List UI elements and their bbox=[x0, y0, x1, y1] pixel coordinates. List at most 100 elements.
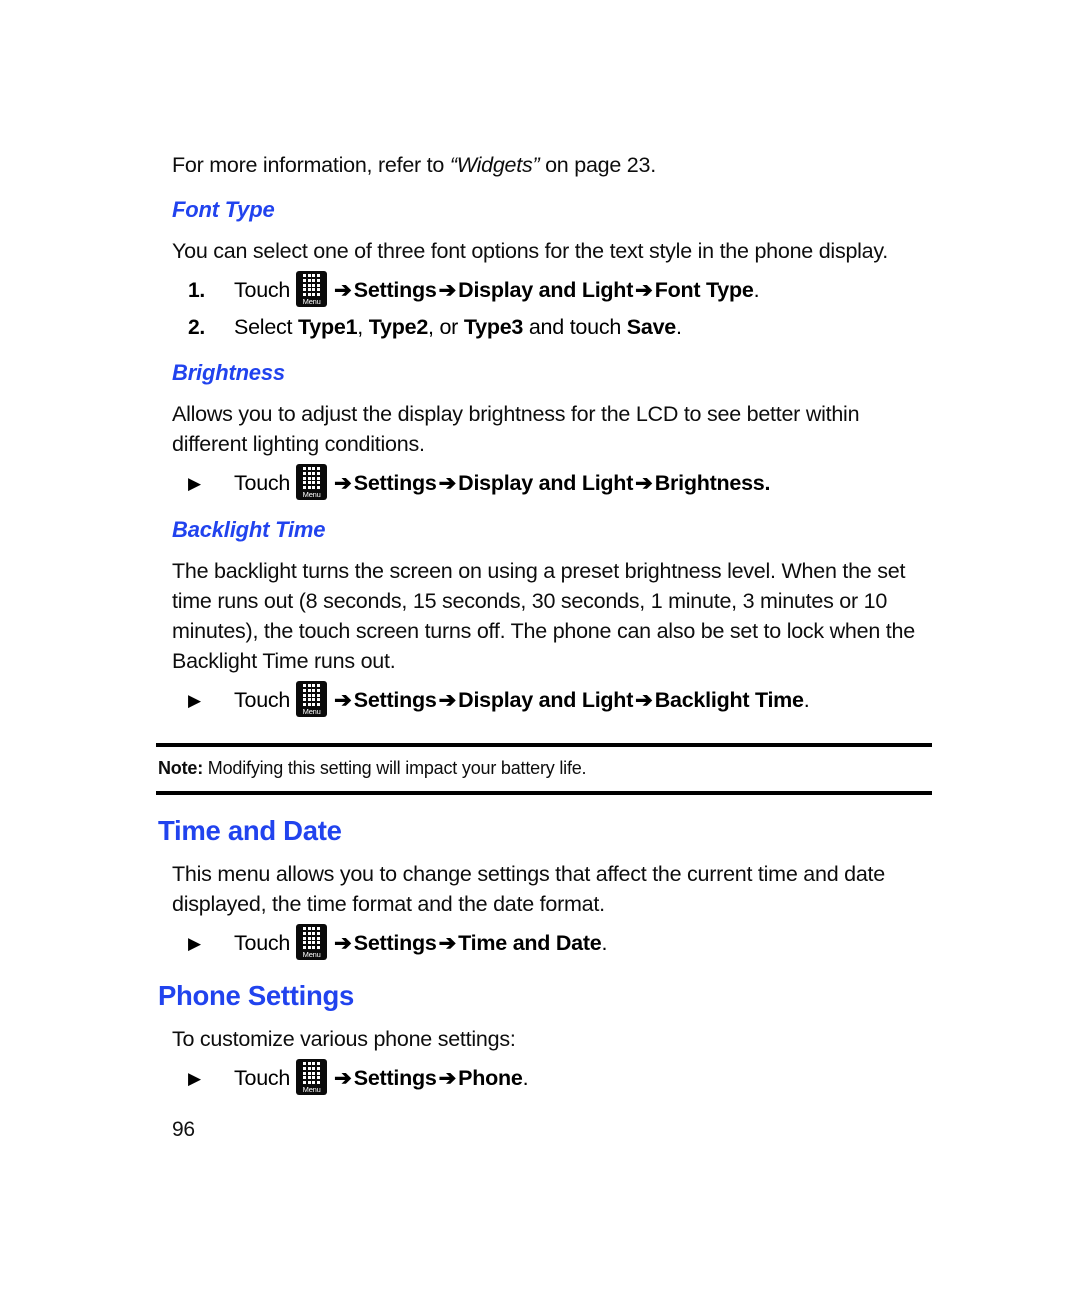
steps-time-and-date: ▶ Touch Menu ➔Settings➔Time and Date. bbox=[172, 924, 932, 960]
page-content: For more information, refer to “Widgets”… bbox=[156, 150, 932, 1100]
menu-key-label: Menu bbox=[302, 297, 321, 306]
menu-key-label: Menu bbox=[302, 1085, 321, 1094]
steps-backlight-time: ▶ Touch Menu ➔Settings➔Display and Light➔B… bbox=[172, 681, 932, 717]
step-period: . bbox=[601, 931, 608, 955]
manual-page: For more information, refer to “Widgets”… bbox=[0, 0, 1080, 1307]
menu-key-icon[interactable]: Menu bbox=[296, 1059, 328, 1095]
menu-grid-dots bbox=[296, 1062, 327, 1084]
heading-phone-settings: Phone Settings bbox=[158, 980, 354, 1011]
menu-key-icon[interactable]: Menu bbox=[296, 271, 328, 307]
arrow-icon: ➔ bbox=[334, 932, 352, 955]
step-item: 2. Select Type1, Type2, or Type3 and tou… bbox=[172, 312, 932, 343]
note-text: Note: Modifying this setting will impact… bbox=[156, 756, 932, 780]
note-body: Modifying this setting will impact your … bbox=[203, 758, 587, 778]
arrow-icon: ➔ bbox=[438, 472, 457, 495]
separator: , bbox=[357, 315, 369, 339]
heading-brightness: Brightness bbox=[172, 360, 285, 385]
step-period: . bbox=[753, 278, 760, 302]
menu-key-label: Menu bbox=[302, 950, 321, 959]
path-brightness: Brightness. bbox=[654, 471, 771, 495]
step-item: ▶ Touch Menu ➔Settings➔Phone. bbox=[172, 1059, 932, 1095]
intro-quoted-title: “Widgets” bbox=[449, 153, 540, 177]
option-type1: Type1 bbox=[297, 315, 358, 339]
step-period: . bbox=[803, 688, 810, 712]
menu-grid-dots bbox=[296, 684, 327, 706]
path-settings: Settings bbox=[353, 1066, 437, 1090]
path-time-and-date: Time and Date bbox=[458, 931, 602, 955]
body-backlight-time: The backlight turns the screen on using … bbox=[172, 559, 915, 673]
menu-grid-dots bbox=[296, 274, 327, 296]
steps-brightness: ▶ Touch Menu ➔Settings➔Display and Light➔B… bbox=[172, 464, 932, 500]
note-box: Note: Modifying this setting will impact… bbox=[156, 743, 932, 795]
bullet-triangle-icon: ▶ bbox=[188, 1069, 201, 1088]
save-button-label: Save bbox=[626, 315, 676, 339]
steps-phone-settings: ▶ Touch Menu ➔Settings➔Phone. bbox=[172, 1059, 932, 1095]
bullet-triangle-icon: ▶ bbox=[188, 474, 201, 493]
path-phone: Phone bbox=[458, 1066, 523, 1090]
intro-paragraph: For more information, refer to “Widgets”… bbox=[172, 150, 932, 180]
touch-label: Touch bbox=[234, 278, 291, 302]
touch-label: Touch bbox=[234, 1066, 291, 1090]
menu-key-icon[interactable]: Menu bbox=[296, 924, 328, 960]
arrow-icon: ➔ bbox=[635, 689, 653, 712]
touch-label: Touch bbox=[234, 931, 291, 955]
touch-label: Touch bbox=[234, 688, 291, 712]
select-label: Select bbox=[234, 315, 298, 339]
arrow-icon: ➔ bbox=[438, 932, 457, 955]
menu-key-icon[interactable]: Menu bbox=[296, 681, 328, 717]
body-brightness: Allows you to adjust the display brightn… bbox=[172, 402, 860, 456]
touch-label: Touch bbox=[234, 471, 291, 495]
step-text: Touch Menu ➔Settings➔Phone. bbox=[234, 1059, 932, 1095]
step-item: 1. Touch Menu ➔Settings➔Display and Light➔… bbox=[172, 271, 932, 307]
path-settings: Settings bbox=[353, 931, 437, 955]
step-item: ▶ Touch Menu ➔Settings➔Display and Light➔B… bbox=[172, 681, 932, 717]
body-font-type: You can select one of three font options… bbox=[172, 239, 889, 263]
arrow-icon: ➔ bbox=[635, 472, 653, 495]
path-font-type: Font Type bbox=[654, 278, 754, 302]
arrow-icon: ➔ bbox=[438, 279, 457, 302]
page-number: 96 bbox=[172, 1118, 195, 1141]
menu-key-icon[interactable]: Menu bbox=[296, 464, 328, 500]
path-settings: Settings bbox=[353, 688, 437, 712]
menu-grid-dots bbox=[296, 467, 327, 489]
step-item: ▶ Touch Menu ➔Settings➔Time and Date. bbox=[172, 924, 932, 960]
arrow-icon: ➔ bbox=[635, 279, 653, 302]
step-marker: 2. bbox=[188, 316, 206, 339]
heading-font-type: Font Type bbox=[172, 197, 275, 222]
separator: , or bbox=[428, 315, 464, 339]
menu-grid-dots bbox=[296, 927, 327, 949]
and-touch-label: and touch bbox=[523, 315, 627, 339]
option-type3: Type3 bbox=[463, 315, 524, 339]
arrow-icon: ➔ bbox=[438, 1067, 457, 1090]
arrow-icon: ➔ bbox=[334, 1067, 352, 1090]
step-text: Select Type1, Type2, or Type3 and touch … bbox=[234, 312, 932, 342]
heading-backlight-time: Backlight Time bbox=[172, 517, 326, 542]
steps-font-type: 1. Touch Menu ➔Settings➔Display and Light➔… bbox=[172, 271, 932, 343]
step-marker: 1. bbox=[188, 279, 206, 302]
path-settings: Settings bbox=[353, 278, 437, 302]
step-text: Touch Menu ➔Settings➔Display and Light➔Bri… bbox=[234, 464, 932, 500]
path-display-and-light: Display and Light bbox=[458, 471, 634, 495]
bullet-triangle-icon: ▶ bbox=[188, 691, 201, 710]
path-backlight-time: Backlight Time bbox=[654, 688, 804, 712]
step-text: Touch Menu ➔Settings➔Display and Light➔Fon… bbox=[234, 271, 932, 307]
step-period: . bbox=[675, 315, 682, 339]
body-time-and-date: This menu allows you to change settings … bbox=[172, 862, 885, 916]
intro-before: For more information, refer to bbox=[172, 153, 450, 177]
path-display-and-light: Display and Light bbox=[458, 688, 634, 712]
step-text: Touch Menu ➔Settings➔Display and Light➔Bac… bbox=[234, 681, 932, 717]
path-display-and-light: Display and Light bbox=[458, 278, 634, 302]
path-settings: Settings bbox=[353, 471, 437, 495]
arrow-icon: ➔ bbox=[334, 472, 352, 495]
arrow-icon: ➔ bbox=[334, 689, 352, 712]
option-type2: Type2 bbox=[368, 315, 429, 339]
step-item: ▶ Touch Menu ➔Settings➔Display and Light➔B… bbox=[172, 464, 932, 500]
body-phone-settings: To customize various phone settings: bbox=[172, 1027, 516, 1051]
heading-time-and-date: Time and Date bbox=[158, 815, 342, 846]
menu-key-label: Menu bbox=[302, 707, 321, 716]
step-period: . bbox=[522, 1066, 529, 1090]
note-label: Note: bbox=[158, 758, 203, 778]
arrow-icon: ➔ bbox=[438, 689, 457, 712]
step-text: Touch Menu ➔Settings➔Time and Date. bbox=[234, 924, 932, 960]
arrow-icon: ➔ bbox=[334, 279, 352, 302]
